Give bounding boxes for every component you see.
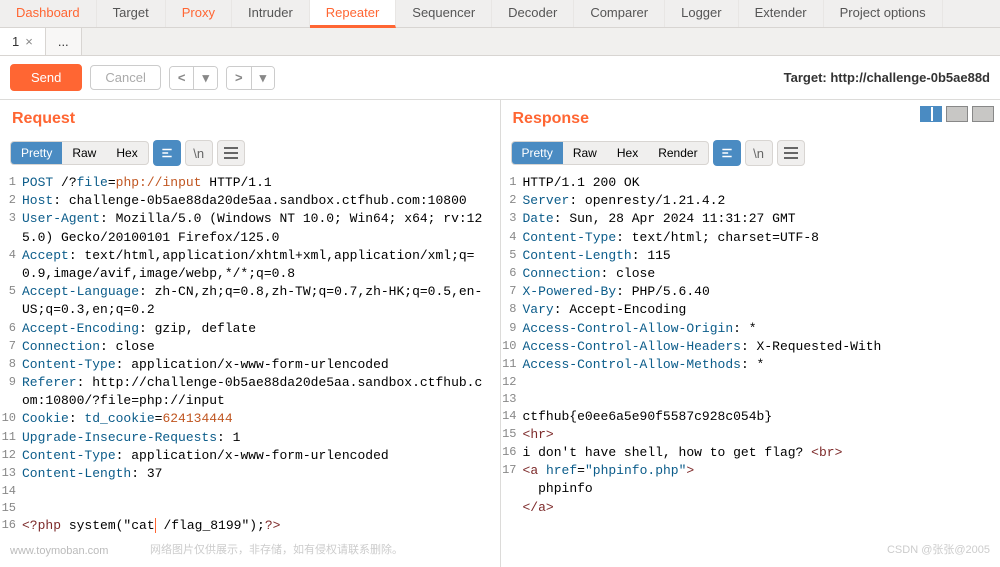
actions-icon[interactable] [153, 140, 181, 166]
response-pane: Response Pretty Raw Hex Render \n 1HTTP/… [501, 100, 1000, 567]
hamburger-icon[interactable] [777, 140, 805, 166]
top-tabs: Dashboard Target Proxy Intruder Repeater… [0, 0, 1000, 28]
sub-tab-new[interactable]: ... [46, 28, 82, 55]
request-view-pretty[interactable]: Pretty [11, 142, 62, 164]
request-title: Request [0, 100, 500, 136]
tab-comparer[interactable]: Comparer [574, 0, 665, 27]
tab-decoder[interactable]: Decoder [492, 0, 574, 27]
response-view-hex[interactable]: Hex [607, 142, 648, 164]
watermark-right: CSDN @张张@2005 [887, 541, 990, 557]
tab-dashboard[interactable]: Dashboard [0, 0, 97, 27]
request-editor[interactable]: 1POST /?file=php://input HTTP/1.1 2Host:… [0, 172, 500, 567]
history-forward-group: > ▾ [226, 66, 275, 90]
history-back-dropdown[interactable]: ▾ [194, 67, 217, 89]
newline-icon[interactable]: \n [745, 140, 773, 166]
tab-repeater[interactable]: Repeater [310, 0, 396, 28]
response-view-tabs: Pretty Raw Hex Render [511, 141, 709, 165]
layout-tabs-icon[interactable] [972, 106, 994, 122]
panes: Request Pretty Raw Hex \n 1POST /?file=p… [0, 100, 1000, 567]
cancel-button[interactable]: Cancel [90, 65, 160, 90]
sub-tab-label: 1 [12, 34, 19, 49]
request-view-raw[interactable]: Raw [62, 142, 106, 164]
tab-sequencer[interactable]: Sequencer [396, 0, 492, 27]
tab-extender[interactable]: Extender [739, 0, 824, 27]
tab-target[interactable]: Target [97, 0, 166, 27]
target-label[interactable]: Target: http://challenge-0b5ae88d [784, 70, 990, 85]
history-forward-button[interactable]: > [227, 67, 252, 89]
request-view-bar: Pretty Raw Hex \n [0, 136, 500, 172]
tab-intruder[interactable]: Intruder [232, 0, 310, 27]
action-bar: Send Cancel < ▾ > ▾ Target: http://chall… [0, 56, 1000, 100]
repeater-sub-tabs: 1 × ... [0, 28, 1000, 56]
send-button[interactable]: Send [10, 64, 82, 91]
watermark-center: 网络图片仅供展示，非存储，如有侵权请联系删除。 [150, 541, 403, 557]
sub-tab-1[interactable]: 1 × [0, 28, 46, 55]
response-view-pretty[interactable]: Pretty [512, 142, 563, 164]
response-view-render[interactable]: Render [648, 142, 707, 164]
actions-icon[interactable] [713, 140, 741, 166]
response-view-raw[interactable]: Raw [563, 142, 607, 164]
response-editor[interactable]: 1HTTP/1.1 200 OK 2Server: openresty/1.21… [501, 172, 1000, 567]
history-back-group: < ▾ [169, 66, 218, 90]
request-view-hex[interactable]: Hex [106, 142, 147, 164]
tab-proxy[interactable]: Proxy [166, 0, 232, 27]
layout-rows-icon[interactable] [946, 106, 968, 122]
tab-project-options[interactable]: Project options [824, 0, 943, 27]
response-view-bar: Pretty Raw Hex Render \n [501, 136, 1000, 172]
watermark-left: www.toymoban.com [10, 545, 108, 557]
history-back-button[interactable]: < [170, 67, 195, 89]
close-icon[interactable]: × [25, 34, 33, 49]
tab-logger[interactable]: Logger [665, 0, 738, 27]
layout-switcher [920, 106, 994, 122]
request-pane: Request Pretty Raw Hex \n 1POST /?file=p… [0, 100, 501, 567]
layout-columns-icon[interactable] [920, 106, 942, 122]
hamburger-icon[interactable] [217, 140, 245, 166]
history-forward-dropdown[interactable]: ▾ [252, 67, 275, 89]
newline-icon[interactable]: \n [185, 140, 213, 166]
request-view-tabs: Pretty Raw Hex [10, 141, 149, 165]
